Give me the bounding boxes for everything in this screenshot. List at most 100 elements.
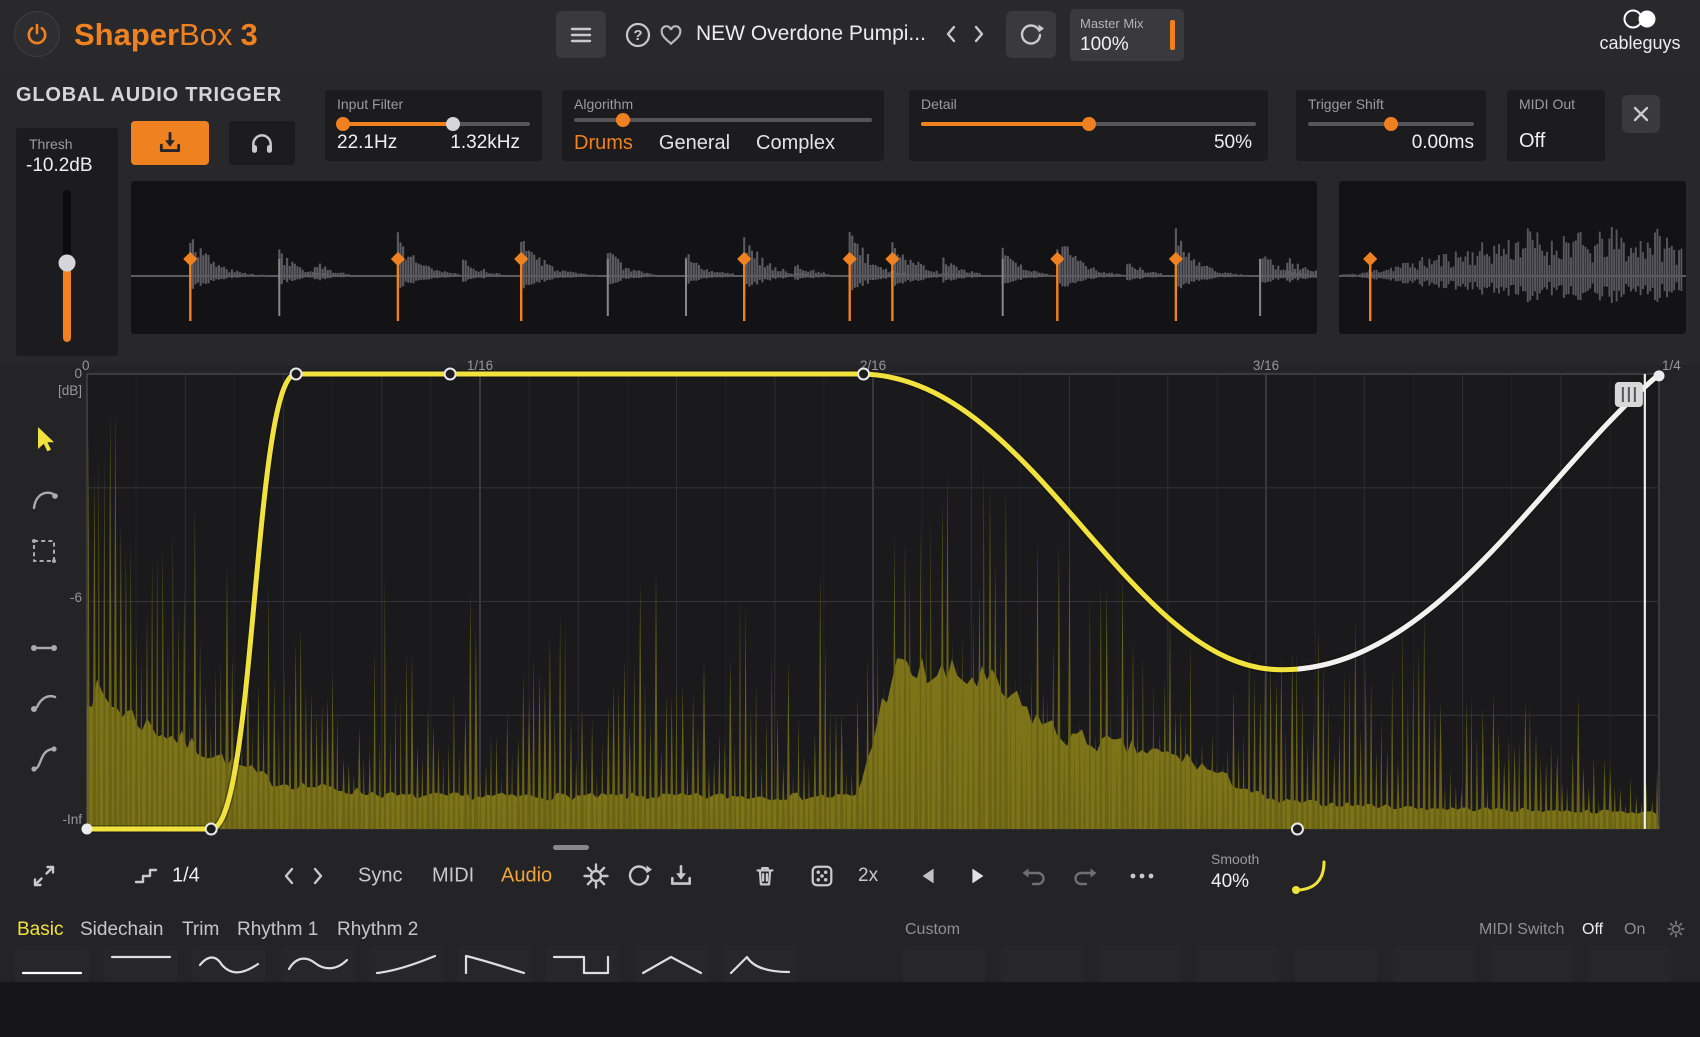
- tab-rhythm-1[interactable]: Rhythm 1: [237, 919, 318, 941]
- smooth-control[interactable]: [1288, 856, 1332, 898]
- audio-trigger-enable-button[interactable]: [131, 121, 209, 165]
- midi-out-panel[interactable]: MIDI Out Off: [1507, 90, 1605, 161]
- db-label-0: 0: [38, 366, 82, 381]
- custom-slot-button[interactable]: [1295, 946, 1377, 982]
- custom-slot-button[interactable]: [1393, 946, 1475, 982]
- tab-sidechain[interactable]: Sidechain: [80, 919, 163, 941]
- trigger-shift-handle[interactable]: [1384, 117, 1398, 131]
- master-mix-control[interactable]: Master Mix 100%: [1070, 9, 1184, 61]
- tab-rhythm-2[interactable]: Rhythm 2: [337, 919, 418, 941]
- preset-favorite-button[interactable]: [658, 23, 684, 47]
- multiply-button[interactable]: 2x: [858, 865, 878, 887]
- logo-shaper: Shaper: [74, 17, 179, 52]
- ab-compare-button[interactable]: [1006, 11, 1056, 58]
- help-button[interactable]: ?: [614, 11, 661, 58]
- tab-basic[interactable]: Basic: [17, 919, 63, 941]
- master-mix-label: Master Mix: [1080, 16, 1144, 31]
- custom-slot-button[interactable]: [903, 946, 985, 982]
- input-filter-slider[interactable]: [337, 122, 530, 126]
- trigger-shift-panel: Trigger Shift 0.00ms: [1296, 90, 1486, 161]
- wave-shape-square-button[interactable]: [546, 946, 620, 982]
- thresh-slider[interactable]: [63, 190, 71, 342]
- select-tool-button[interactable]: [26, 533, 62, 569]
- midi-switch-off-button[interactable]: Off: [1582, 921, 1603, 939]
- midi-out-label: MIDI Out: [1519, 96, 1575, 112]
- preset-prev-button[interactable]: [938, 20, 964, 48]
- mode-sync-button[interactable]: Sync: [358, 865, 402, 888]
- wave-shape-flat-button[interactable]: [15, 946, 89, 982]
- toolbar-drag-handle[interactable]: [553, 845, 589, 850]
- thresh-slider-handle[interactable]: [59, 254, 76, 271]
- smooth-value[interactable]: 40%: [1211, 871, 1249, 893]
- app-logo: ShaperBox3: [74, 17, 258, 53]
- close-trigger-button[interactable]: [1622, 95, 1660, 133]
- wave-shape-peak-button[interactable]: [723, 946, 797, 982]
- input-filter-high-handle[interactable]: [446, 117, 460, 131]
- wave-shape-triangle-button[interactable]: [635, 946, 709, 982]
- delete-wave-button[interactable]: [743, 854, 787, 898]
- midi-switch-on-button[interactable]: On: [1624, 921, 1645, 939]
- rate-next-button[interactable]: [296, 854, 340, 898]
- wave-shape-sine-button[interactable]: [192, 946, 266, 982]
- algorithm-option-general[interactable]: General: [659, 132, 730, 155]
- logo-box: Box: [179, 17, 232, 52]
- custom-slot-button[interactable]: [1491, 946, 1573, 982]
- power-button[interactable]: [14, 11, 60, 57]
- redo-icon: [1070, 863, 1098, 889]
- wave-mode-button[interactable]: [124, 854, 168, 898]
- menu-button[interactable]: [556, 11, 606, 58]
- preset-name[interactable]: NEW Overdone Pumpi...: [696, 22, 934, 46]
- detail-label: Detail: [921, 96, 957, 112]
- trigger-shift-slider[interactable]: [1308, 122, 1474, 126]
- mode-midi-button[interactable]: MIDI: [432, 865, 474, 888]
- more-options-button[interactable]: [1120, 854, 1164, 898]
- line-node-tool-button[interactable]: [26, 630, 62, 666]
- detail-value: 50%: [1214, 132, 1252, 154]
- tab-trim[interactable]: Trim: [182, 919, 219, 941]
- midi-switch-settings-button[interactable]: [1666, 919, 1686, 939]
- algorithm-option-complex[interactable]: Complex: [756, 132, 835, 155]
- draw-icon: [29, 482, 59, 512]
- redo-button[interactable]: [1062, 854, 1106, 898]
- svg-text:?: ?: [633, 27, 642, 44]
- undo-button[interactable]: [1013, 854, 1057, 898]
- sine-wave-icon: [197, 952, 261, 977]
- thresh-slider-fill: [63, 263, 71, 342]
- shift-left-button[interactable]: [907, 854, 951, 898]
- trigger-mode-button[interactable]: [659, 854, 703, 898]
- loop-button[interactable]: [617, 854, 661, 898]
- wave-shape-high-button[interactable]: [104, 946, 178, 982]
- shaperbox-window: ShaperBox3 ? NEW Overdone Pumpi...: [0, 0, 1700, 1037]
- settings-button[interactable]: [574, 854, 618, 898]
- custom-slot-button[interactable]: [1589, 946, 1671, 982]
- preset-next-button[interactable]: [966, 20, 992, 48]
- pointer-tool-button[interactable]: [26, 421, 62, 457]
- master-mix-slider[interactable]: [1170, 20, 1175, 50]
- trigger-sidechain-svg: [1339, 181, 1686, 334]
- algorithm-slider[interactable]: [574, 118, 872, 122]
- expand-icon: [30, 862, 58, 890]
- custom-slot-button[interactable]: [1001, 946, 1083, 982]
- custom-slot-button[interactable]: [1099, 946, 1181, 982]
- trigger-sidechain-display: [1339, 181, 1686, 334]
- randomize-button[interactable]: [800, 854, 844, 898]
- wave-shape-ramp-up-button[interactable]: [369, 946, 443, 982]
- s-curve-node-tool-button[interactable]: [26, 741, 62, 777]
- detail-slider[interactable]: [921, 122, 1256, 126]
- curve-node-tool-button[interactable]: [26, 685, 62, 721]
- algorithm-option-drums[interactable]: Drums: [574, 132, 633, 155]
- rate-value[interactable]: 1/4: [172, 865, 200, 888]
- trigger-listen-button[interactable]: [229, 121, 295, 165]
- algorithm-slider-handle[interactable]: [616, 113, 630, 127]
- lfo-editor-canvas[interactable]: [87, 374, 1659, 829]
- custom-slot-button[interactable]: [1197, 946, 1279, 982]
- mode-audio-button[interactable]: Audio: [501, 865, 552, 888]
- expand-editor-button[interactable]: [22, 854, 66, 898]
- input-filter-low-handle[interactable]: [336, 117, 350, 131]
- input-filter-high-value: 1.32kHz: [450, 132, 520, 154]
- shift-right-button[interactable]: [955, 854, 999, 898]
- draw-tool-button[interactable]: [26, 479, 62, 515]
- detail-slider-handle[interactable]: [1082, 117, 1096, 131]
- wave-shape-ramp-down-button[interactable]: [458, 946, 532, 982]
- wave-shape-sine-shift-button[interactable]: [281, 946, 355, 982]
